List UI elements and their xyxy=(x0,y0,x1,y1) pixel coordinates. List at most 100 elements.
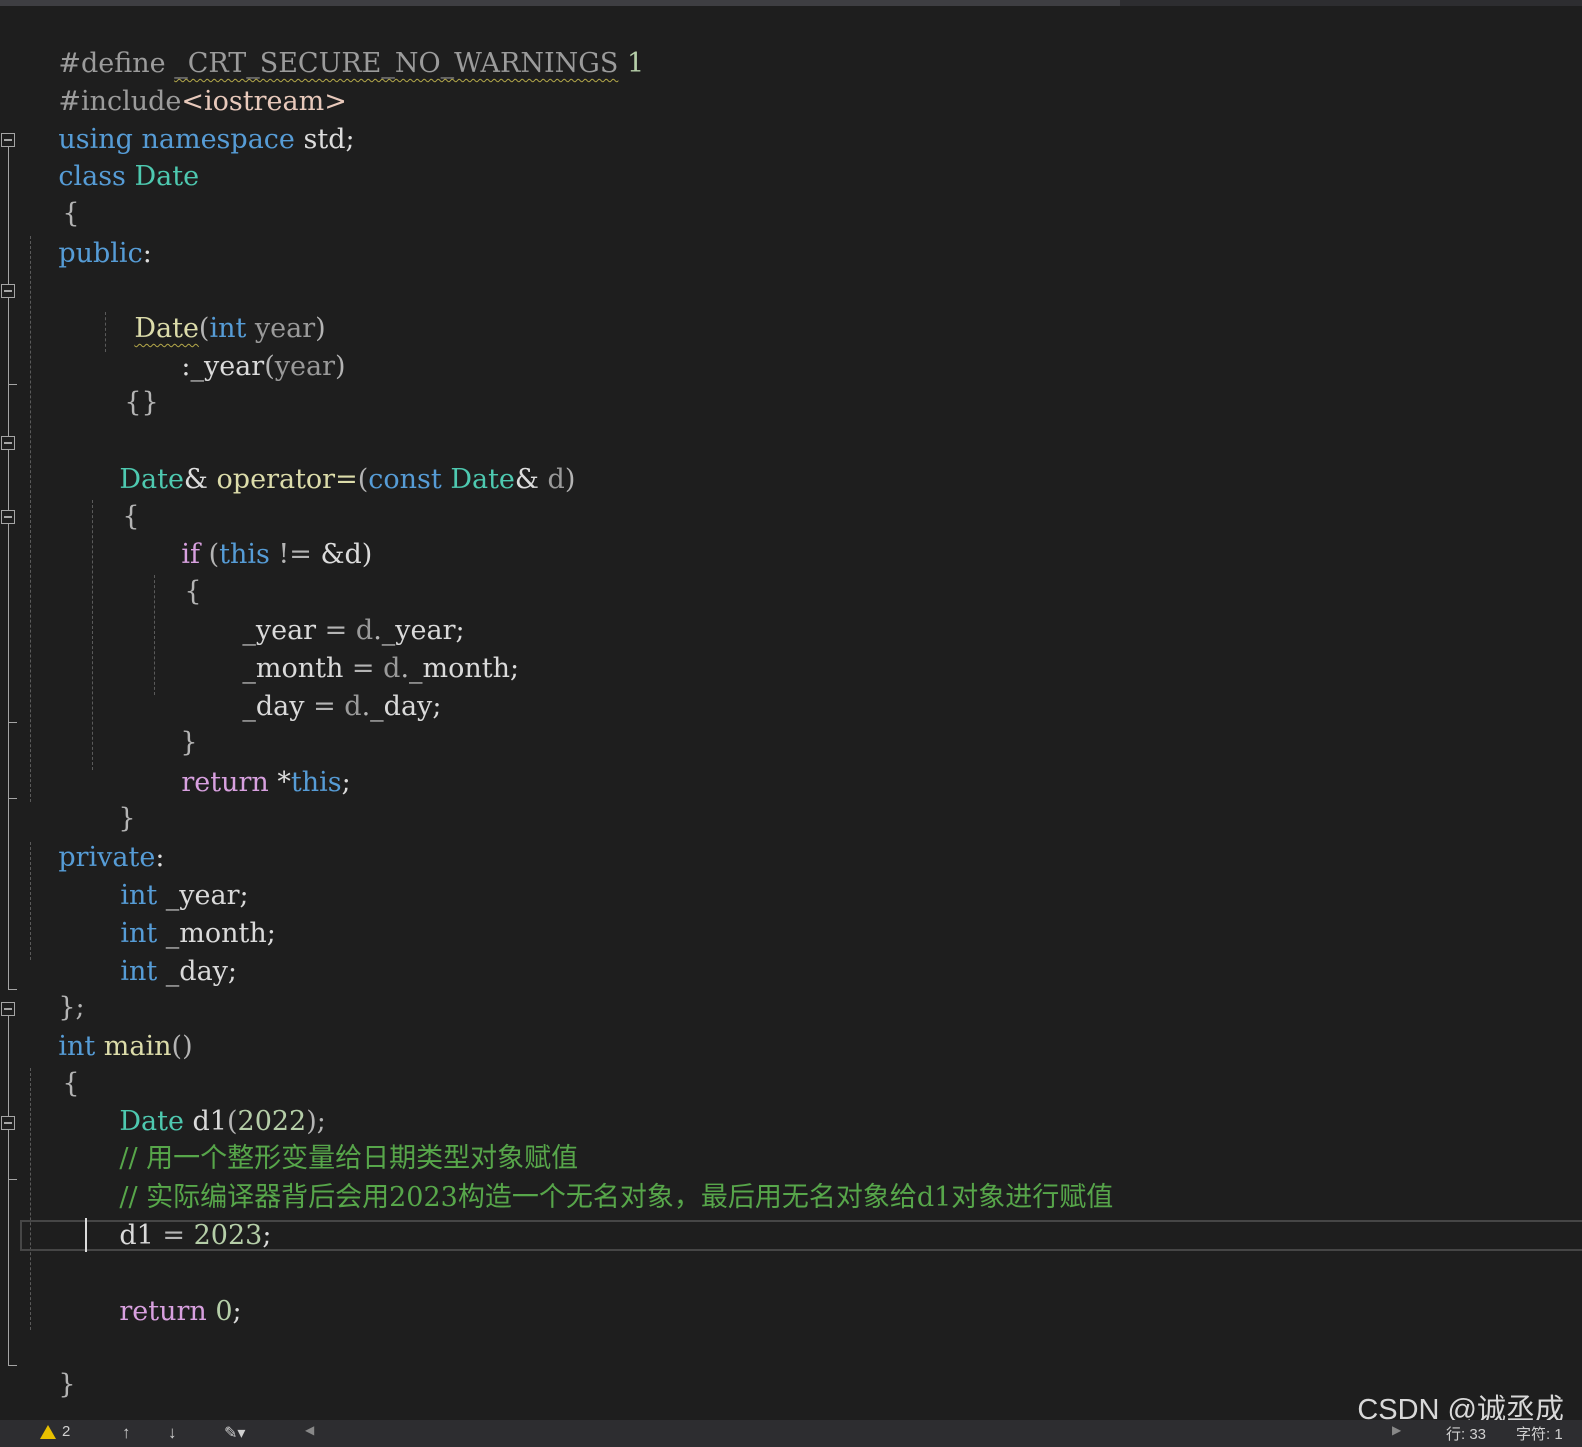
collapse-operator-icon[interactable] xyxy=(1,436,15,450)
arrow-down-icon[interactable]: ↓ xyxy=(168,1423,177,1443)
code-line-main[interactable]: int main() xyxy=(24,990,192,1062)
member-decl: _day; xyxy=(157,956,238,987)
operator: != xyxy=(269,539,321,570)
horizontal-scrollbar[interactable] xyxy=(0,0,1582,6)
scrollbar-thumb[interactable] xyxy=(0,0,1120,6)
outline-end xyxy=(8,989,17,990)
code-line-return-this[interactable]: return *this; xyxy=(147,726,350,798)
operator: = xyxy=(304,691,345,722)
code-line-operator[interactable]: Date& operator=(const Date& d) xyxy=(85,423,575,495)
code-line-class-end[interactable]: }; xyxy=(24,951,84,1023)
code-line-comment[interactable]: // 实际编译器背后会用2023构造一个无名对象，最后用无名对象给d1对象进行赋… xyxy=(85,1141,1113,1213)
code-line-assign-month[interactable]: _month = d._month; xyxy=(208,612,519,684)
code-line-constructor[interactable]: Date(int year) xyxy=(100,272,325,344)
indent-guide xyxy=(30,236,31,802)
brace: } xyxy=(58,1369,76,1400)
code-line-member-month[interactable]: int _month; xyxy=(86,877,276,949)
code-line-return-zero[interactable]: return 0; xyxy=(85,1255,241,1327)
keyword-this: this xyxy=(219,539,270,570)
brace: { xyxy=(184,576,202,607)
line-number[interactable]: 行: 33 xyxy=(1446,1423,1486,1444)
arrow-up-icon[interactable]: ↑ xyxy=(122,1423,131,1443)
dot: . xyxy=(361,691,371,722)
code-line-define[interactable]: #define _CRT_SECURE_NO_WARNINGS 1 xyxy=(24,7,644,79)
braces: {} xyxy=(124,387,159,418)
collapse-class-icon[interactable] xyxy=(1,133,15,147)
code-line-empty-body[interactable]: {} xyxy=(90,346,158,418)
outline-end xyxy=(8,384,17,385)
colon: : xyxy=(142,238,152,269)
param-name: d xyxy=(538,464,565,495)
param-name: year xyxy=(274,351,335,382)
code-line-member-day[interactable]: int _day; xyxy=(86,915,237,987)
parens: () xyxy=(171,1031,193,1062)
code-line-assign-d1[interactable]: d1 = 2023; xyxy=(85,1179,271,1251)
outline-line xyxy=(8,1016,9,1366)
char-number[interactable]: 字符: 1 xyxy=(1516,1423,1563,1444)
keyword-return: return xyxy=(119,1296,207,1327)
paren: ) xyxy=(564,464,576,495)
operator-name: operator= xyxy=(216,464,358,495)
semicolon: ; xyxy=(510,653,520,684)
collapse-main-icon[interactable] xyxy=(1,1002,15,1016)
macro-value: 1 xyxy=(618,48,645,79)
code-line-member-year[interactable]: int _year; xyxy=(86,839,248,911)
code-editor[interactable]: #define _CRT_SECURE_NO_WARNINGS 1 #inclu… xyxy=(0,0,1582,1447)
code-line-initializer[interactable]: :_year(year) xyxy=(147,310,345,382)
code-line-class[interactable]: class Date xyxy=(24,120,199,192)
outline-end xyxy=(8,1179,17,1180)
code-line-include[interactable]: #include<iostream> xyxy=(24,45,347,117)
status-bar: 2 ↑ ↓ ✎▾ ◀ ▶ 行: 33 字符: 1 xyxy=(0,1420,1582,1447)
code-line-brace[interactable]: { xyxy=(150,535,201,607)
keyword-const: const xyxy=(368,464,442,495)
code-line-assign-year[interactable]: _year = d._year; xyxy=(208,574,464,646)
code-line-brace[interactable]: { xyxy=(28,1027,79,1099)
variable-name: d1 xyxy=(119,1220,154,1251)
semicolon: ; xyxy=(341,767,351,798)
operator: = xyxy=(153,1220,194,1251)
paren: ) xyxy=(335,351,346,382)
operator: * xyxy=(268,767,291,798)
paren: ( xyxy=(264,351,275,382)
warning-icon[interactable] xyxy=(40,1425,56,1439)
semicolon: ; xyxy=(262,1220,272,1251)
semicolon: ; xyxy=(232,1296,242,1327)
function-name: main xyxy=(95,1031,172,1062)
paren: ( xyxy=(199,539,220,570)
code-line-decl-d1[interactable]: Date d1(2022); xyxy=(85,1065,326,1137)
code-line-brace[interactable]: } xyxy=(146,686,197,758)
paren: ( xyxy=(357,464,369,495)
member-name: _day xyxy=(242,691,305,722)
outline-end xyxy=(8,798,17,799)
param-type: Date xyxy=(441,464,515,495)
brush-icon[interactable]: ✎▾ xyxy=(224,1423,245,1443)
collapse-if-icon[interactable] xyxy=(1,510,15,524)
brace: { xyxy=(122,501,140,532)
code-line-brace[interactable]: { xyxy=(88,460,139,532)
scroll-left-icon[interactable]: ◀ xyxy=(305,1423,314,1437)
code-line-brace[interactable]: } xyxy=(84,762,135,834)
scroll-right-icon[interactable]: ▶ xyxy=(1392,1423,1401,1437)
class-name: Date xyxy=(125,161,200,192)
collapse-constructor-icon[interactable] xyxy=(1,284,15,298)
number-literal: 2023 xyxy=(193,1220,263,1251)
ref-symbol: & xyxy=(183,464,217,495)
member-name: _day xyxy=(370,691,433,722)
param-name: d xyxy=(344,691,362,722)
code-line-using[interactable]: using namespace std; xyxy=(24,83,354,155)
ref-symbol: & xyxy=(514,464,539,495)
keyword-return: return xyxy=(181,767,269,798)
namespace-name: std; xyxy=(294,124,355,155)
code-line-brace[interactable]: } xyxy=(24,1328,75,1400)
keyword-public: public xyxy=(58,238,143,269)
code-line-if[interactable]: if (this != &d) xyxy=(147,498,372,570)
code-line-assign-day[interactable]: _day = d._day; xyxy=(208,650,441,722)
code-line-comment[interactable]: // 用一个整形变量给日期类型对象赋值 xyxy=(85,1102,578,1174)
warning-count[interactable]: 2 xyxy=(62,1423,70,1440)
code-line-public[interactable]: public: xyxy=(24,197,151,269)
collapse-comment-icon[interactable] xyxy=(1,1116,15,1130)
type-int: int xyxy=(120,956,158,987)
member-name: _year xyxy=(190,351,265,382)
code-line-brace[interactable]: { xyxy=(28,157,79,229)
code-line-private[interactable]: private: xyxy=(24,801,164,873)
